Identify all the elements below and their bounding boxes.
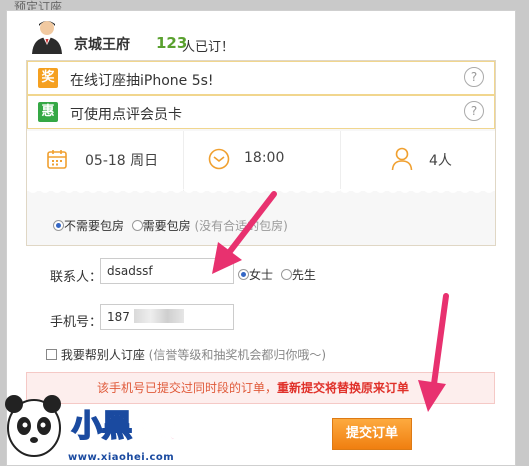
booking-for-other: 我要帮别人订座 (信誉等级和抽奖机会都归你哦～) xyxy=(46,346,326,363)
clock-icon xyxy=(208,148,230,170)
warning-bold: 重新提交将替换原来订单 xyxy=(277,381,410,395)
discount-icon: 惠 xyxy=(38,102,58,122)
phone-input[interactable]: 187 xyxy=(100,304,234,330)
help-icon[interactable]: ? xyxy=(464,67,484,87)
promo-member-card-text: 可使用点评会员卡 xyxy=(70,107,182,123)
booking-count-suffix: 人已订！ xyxy=(182,40,235,55)
room-yes-label: 需要包房 xyxy=(142,219,191,233)
room-no-label: 不需要包房 xyxy=(64,219,125,233)
booking-for-other-label: 我要帮别人订座 xyxy=(60,348,145,362)
phone-value: 187 xyxy=(107,310,130,324)
submit-button[interactable]: 提交订单 xyxy=(332,418,412,450)
annotation-arrow-icon xyxy=(212,191,277,274)
booking-for-other-hint: (信誉等级和抽奖机会都归你哦～) xyxy=(148,348,327,362)
gender-male-radio[interactable] xyxy=(280,269,292,280)
calendar-icon xyxy=(47,150,67,169)
room-yes-radio[interactable] xyxy=(131,220,143,231)
restaurant-header: 京城王府 123 人已订！ xyxy=(26,18,496,60)
annotation-arrow-icon xyxy=(418,293,449,412)
promo-lottery: 奖 在线订座抽iPhone 5s! ? xyxy=(27,61,495,95)
person-icon xyxy=(391,147,413,171)
watermark-url: www.xiaohei.com xyxy=(68,452,175,463)
booking-info-row: 05-18 周日 18:00 4人 xyxy=(27,131,495,191)
svg-text:小黑: 小黑 xyxy=(72,409,132,444)
phone-label: 手机号： xyxy=(50,315,103,330)
contact-label: 联系人： xyxy=(50,270,103,285)
restaurant-name: 京城王府 xyxy=(74,37,130,53)
gender-male-label: 先生 xyxy=(291,268,316,282)
redacted-mask xyxy=(133,309,184,323)
date-selector[interactable]: 05-18 周日 xyxy=(27,131,183,187)
prize-icon: 奖 xyxy=(38,68,58,88)
room-no-radio[interactable] xyxy=(53,220,64,231)
waiter-avatar-icon xyxy=(32,21,62,54)
date-value: 05-18 周日 xyxy=(85,153,159,169)
people-selector[interactable]: 4人 xyxy=(341,131,495,187)
promo-lottery-text: 在线订座抽iPhone 5s! xyxy=(70,73,214,89)
svg-text:游戏: 游戏 xyxy=(140,421,176,443)
booking-for-other-checkbox[interactable] xyxy=(46,349,57,360)
time-selector[interactable]: 18:00 xyxy=(184,131,340,187)
time-value: 18:00 xyxy=(244,150,285,166)
help-icon[interactable]: ? xyxy=(464,101,484,121)
promo-member-card: 惠 可使用点评会员卡 ? xyxy=(27,95,495,129)
people-value: 4人 xyxy=(429,153,452,169)
